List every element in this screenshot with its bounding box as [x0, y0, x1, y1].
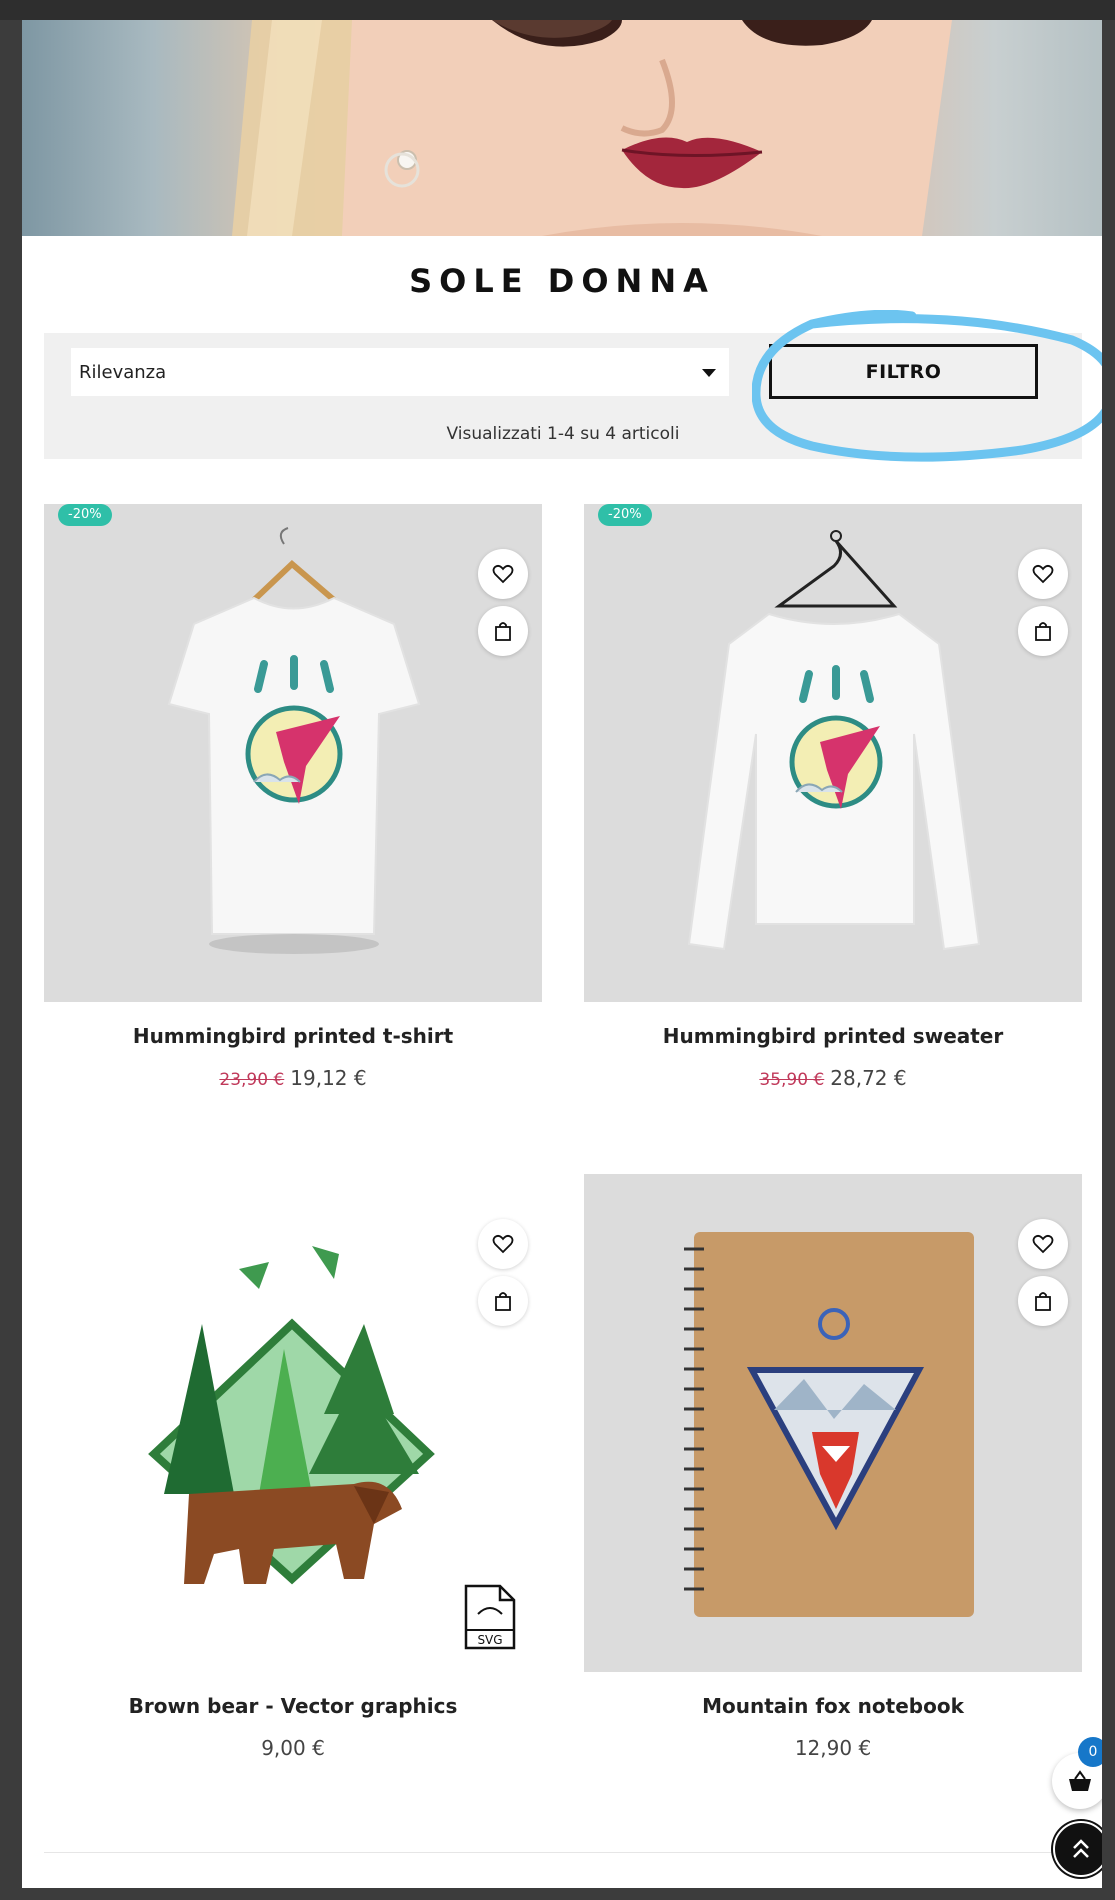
listing-toolbar: Rilevanza FILTRO Visualizzati 1-4 su 4 a… [44, 333, 1082, 459]
price: 12,90 € [794, 1736, 872, 1760]
chevron-down-icon [702, 369, 716, 377]
product-name[interactable]: Hummingbird printed sweater [584, 1024, 1082, 1048]
page-title: SOLE DONNA [409, 262, 715, 300]
back-to-top-button[interactable] [1053, 1821, 1102, 1877]
regular-price: 35,90 € [759, 1070, 825, 1090]
product-price: 12,90 € [584, 1736, 1082, 1760]
wishlist-button[interactable] [478, 549, 528, 599]
sort-select[interactable]: Rilevanza [71, 348, 729, 396]
results-count: Visualizzati 1-4 su 4 articoli [446, 424, 680, 444]
product-name[interactable]: Mountain fox notebook [584, 1694, 1082, 1718]
double-chevron-up-icon [1073, 1839, 1089, 1858]
heart-icon [492, 564, 514, 584]
add-to-cart-button[interactable] [478, 1276, 528, 1326]
product-price: 9,00 € [44, 1736, 542, 1760]
discount-badge: -20% [598, 504, 652, 526]
add-to-cart-button[interactable] [1018, 1276, 1068, 1326]
product-price: 35,90 €28,72 € [584, 1066, 1082, 1090]
basket-icon [1069, 1770, 1091, 1791]
wishlist-button[interactable] [1018, 1219, 1068, 1269]
notebook-illustration [684, 1232, 974, 1617]
shopping-bag-icon [495, 1292, 511, 1311]
product-image[interactable]: SVG [44, 1174, 542, 1672]
shopping-bag-icon [1035, 1292, 1051, 1311]
price: 9,00 € [261, 1736, 325, 1760]
product-image[interactable]: -20% [44, 504, 542, 1002]
heart-icon [1032, 564, 1054, 584]
add-to-cart-button[interactable] [1018, 606, 1068, 656]
svg-file-icon: SVG [464, 1584, 516, 1650]
regular-price: 23,90 € [219, 1070, 285, 1090]
page: SOLE DONNA Rilevanza FILTRO Visualizzati… [22, 20, 1102, 1888]
shopping-bag-icon [495, 622, 511, 641]
heart-icon [492, 1234, 514, 1254]
discount-badge: -20% [58, 504, 112, 526]
sort-select-value: Rilevanza [79, 361, 167, 383]
product-image[interactable] [584, 1174, 1082, 1672]
wishlist-button[interactable] [1018, 549, 1068, 599]
product-image[interactable]: -20% [584, 504, 1082, 1002]
sale-price: 19,12 € [290, 1066, 367, 1090]
svg-file-label: SVG [477, 1633, 502, 1647]
cart-count-badge: 0 [1078, 1737, 1102, 1767]
category-hero-image [22, 20, 1102, 236]
browser-frame [0, 0, 1115, 20]
heart-icon [1032, 1234, 1054, 1254]
product-name[interactable]: Brown bear - Vector graphics [44, 1694, 542, 1718]
product-price: 23,90 €19,12 € [44, 1066, 542, 1090]
divider [44, 1852, 1082, 1853]
filter-button[interactable]: FILTRO [769, 344, 1038, 399]
shopping-bag-icon [1035, 622, 1051, 641]
sale-price: 28,72 € [830, 1066, 907, 1090]
add-to-cart-button[interactable] [478, 606, 528, 656]
sweater-illustration [687, 530, 981, 951]
wishlist-button[interactable] [478, 1219, 528, 1269]
product-name[interactable]: Hummingbird printed t-shirt [44, 1024, 542, 1048]
hero-illustration [232, 20, 952, 236]
tshirt-illustration [167, 527, 421, 954]
